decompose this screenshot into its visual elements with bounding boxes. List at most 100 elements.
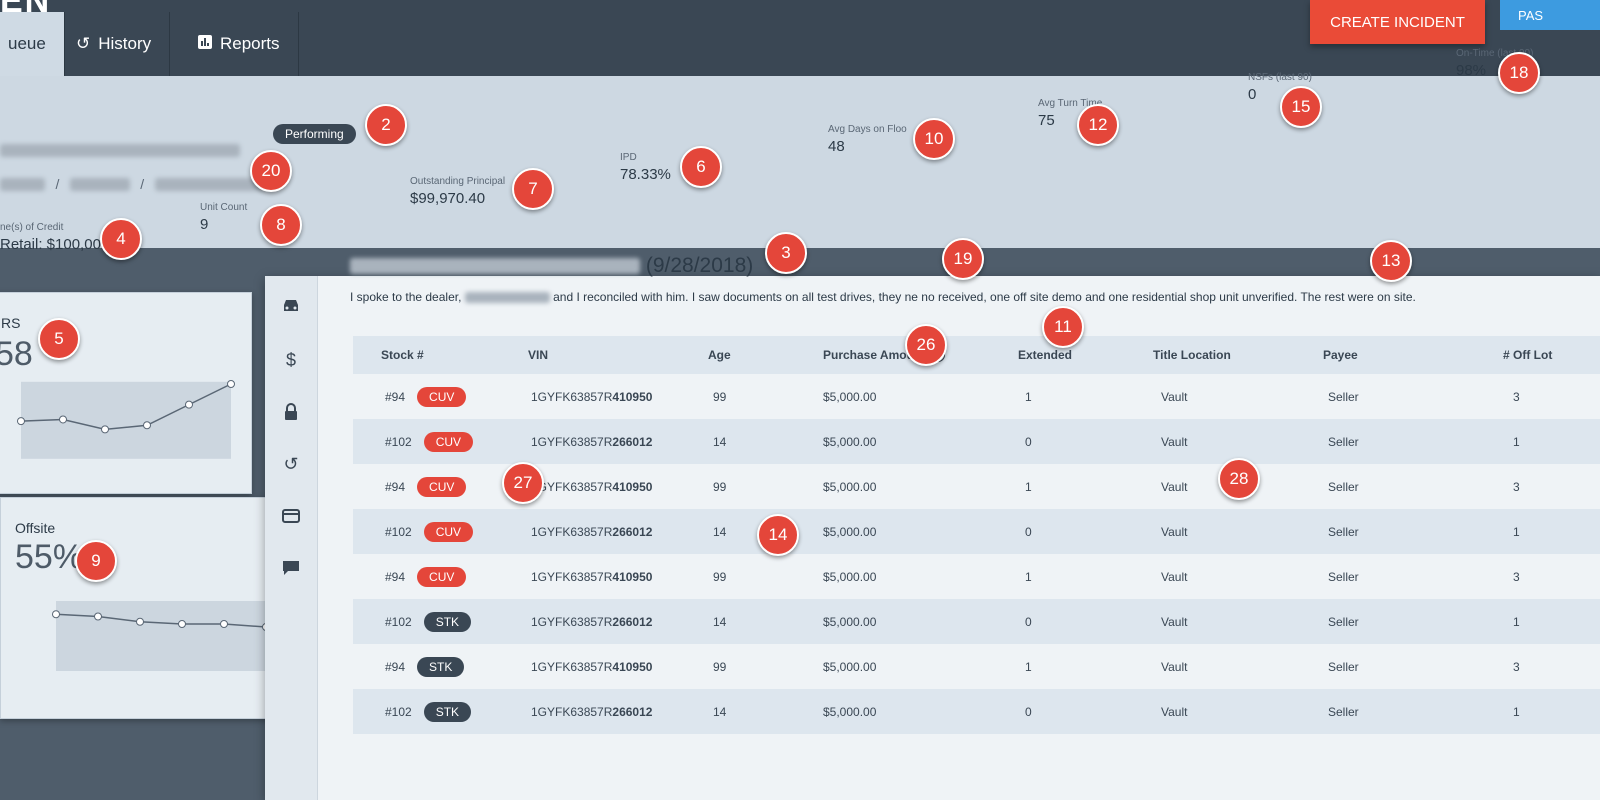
age-cell: 99 [713,569,727,584]
header-age[interactable]: Age [708,336,731,374]
title-cell: Vault [1161,524,1188,539]
lock-icon[interactable] [275,396,307,428]
stat-outstanding-label: Outstanding Principal [410,176,506,187]
sparkline-point [17,417,25,426]
stock-cell: #102 CUV [385,419,474,464]
stock-cell: #94 CUV [385,554,467,599]
off-lot-cell: 3 [1513,659,1520,674]
stock-cell: #102 STK [385,599,472,644]
vin-suffix: 266012 [612,434,653,449]
title-cell: Vault [1161,704,1188,719]
header-stock[interactable]: Stock # [381,336,424,374]
sparkline-point [101,425,109,434]
off-lot-cell: 3 [1513,389,1520,404]
amount-cell: $5,000.00 [823,389,877,404]
status-badge: STK [423,611,472,632]
annotation-marker-7: 7 [512,168,554,210]
stat-outstanding-principal: Outstanding Principal $99,970.40 [410,176,505,207]
vin-prefix: 1GYFK63857R [531,524,613,539]
payee-cell: Seller [1328,479,1359,494]
header-vin[interactable]: VIN [528,336,548,374]
vin-prefix: 1GYFK63857R [531,389,613,404]
status-badge: CUV [423,431,474,452]
reports-icon [198,34,212,54]
table-row[interactable]: #94 CUV 1GYFK63857R 410950 99 $5,000.00 1 Vault… [353,374,1600,419]
car-icon[interactable] [275,290,307,322]
table-row[interactable]: #102 STK 1GYFK63857R 266012 14 $5,000.00 0 Vaul… [353,689,1600,734]
extended-cell: 0 [1025,434,1032,449]
amount-cell: $5,000.00 [823,569,877,584]
table-row[interactable]: #102 CUV 1GYFK63857R 266012 14 $5,000.00 0 Vaul… [353,419,1600,464]
off-lot-cell: 1 [1513,434,1520,449]
tab-history[interactable]: ↺ History [58,12,171,76]
vin-cell: 1GYFK63857R 266012 [531,419,652,464]
vin-suffix: 410950 [612,569,653,584]
stat-ipd-value: 78.33% [620,166,671,183]
vin-suffix: 410950 [612,479,653,494]
vin-suffix: 410950 [612,659,653,674]
extended-cell: 0 [1025,614,1032,629]
chart-card-offsite: Offsite 55% [0,497,297,719]
status-badge: STK [417,656,465,677]
header-off-lot[interactable]: # Off Lot [1503,336,1552,374]
title-cell: Vault [1161,569,1188,584]
vin-cell: 1GYFK63857R 410950 [531,464,652,509]
payee-cell: Seller [1328,569,1359,584]
amount-cell: $5,000.00 [823,614,877,629]
stock-number: #102 [385,614,412,629]
table-row[interactable]: #102 STK 1GYFK63857R 266012 14 $5,000.00 0 Vaul… [353,599,1600,644]
status-badge: CUV [417,476,467,497]
age-cell: 99 [713,389,727,404]
payee-cell: Seller [1328,434,1359,449]
status-badge: CUV [423,521,474,542]
vin-cell: 1GYFK63857R 266012 [531,599,652,644]
annotation-marker-6: 6 [680,146,722,188]
note-text-c: ne no received, one off site demo and on… [904,290,1416,304]
status-badge: STK [423,701,472,722]
note-body: I spoke to the dealer, and I reconciled … [350,290,1416,304]
payee-cell: Seller [1328,704,1359,719]
title-cell: Vault [1161,434,1188,449]
stat-unit-count-value: 9 [200,216,209,233]
extended-cell: 0 [1025,524,1032,539]
dealer-summary-band: / / ne(s) of Credit Retail: $100,00 Unit… [0,48,1600,253]
payee-cell: Seller [1328,614,1359,629]
create-incident-button[interactable]: CREATE INCIDENT [1310,0,1485,44]
annotation-marker-13: 13 [1370,240,1412,282]
vin-cell: 1GYFK63857R 266012 [531,689,652,734]
payee-cell: Seller [1328,524,1359,539]
header-title-location[interactable]: Title Location [1153,336,1231,374]
stock-number: #102 [385,704,412,719]
note-title: (9/28/2018) [350,254,753,278]
dollar-icon[interactable]: $ [275,344,307,376]
stat-unit-count-label: Unit Count [200,202,248,213]
table-row[interactable]: #94 CUV 1GYFK63857R 410950 99 $5,000.00 1 Vault… [353,554,1600,599]
extended-cell: 1 [1025,389,1032,404]
tab-queue[interactable]: ueue [0,12,65,76]
stock-number: #94 [385,389,406,404]
stat-line-of-credit-label: ne(s) of Credit [0,222,64,233]
chart-card-rs: RS 58 [0,292,252,494]
off-lot-cell: 1 [1513,614,1520,629]
age-cell: 14 [713,434,727,449]
amount-cell: $5,000.00 [823,434,877,449]
table-row[interactable]: #102 CUV 1GYFK63857R 266012 14 $5,000.00 0 Vaul… [353,509,1600,554]
comment-icon[interactable] [275,552,307,584]
card-rs-value: 58 [0,335,33,373]
stat-unit-count: Unit Count 9 [200,202,247,233]
table-row[interactable]: #94 STK 1GYFK63857R 410950 99 $5,000.00 1 Vault… [353,644,1600,689]
status-badge: CUV [417,386,467,407]
vin-cell: 1GYFK63857R 410950 [531,374,652,419]
payee-cell: Seller [1328,659,1359,674]
secondary-action-button[interactable]: PAS [1500,0,1600,30]
annotation-marker-15: 15 [1280,86,1322,128]
header-payee[interactable]: Payee [1323,336,1358,374]
tab-reports[interactable]: Reports [180,12,299,76]
annotation-marker-12: 12 [1077,104,1119,146]
credit-card-icon[interactable] [275,500,307,532]
annotation-marker-2: 2 [365,104,407,146]
history-icon[interactable]: ↺ [275,448,307,480]
vin-suffix: 266012 [612,614,653,629]
annotation-marker-8: 8 [260,204,302,246]
title-cell: Vault [1161,479,1188,494]
